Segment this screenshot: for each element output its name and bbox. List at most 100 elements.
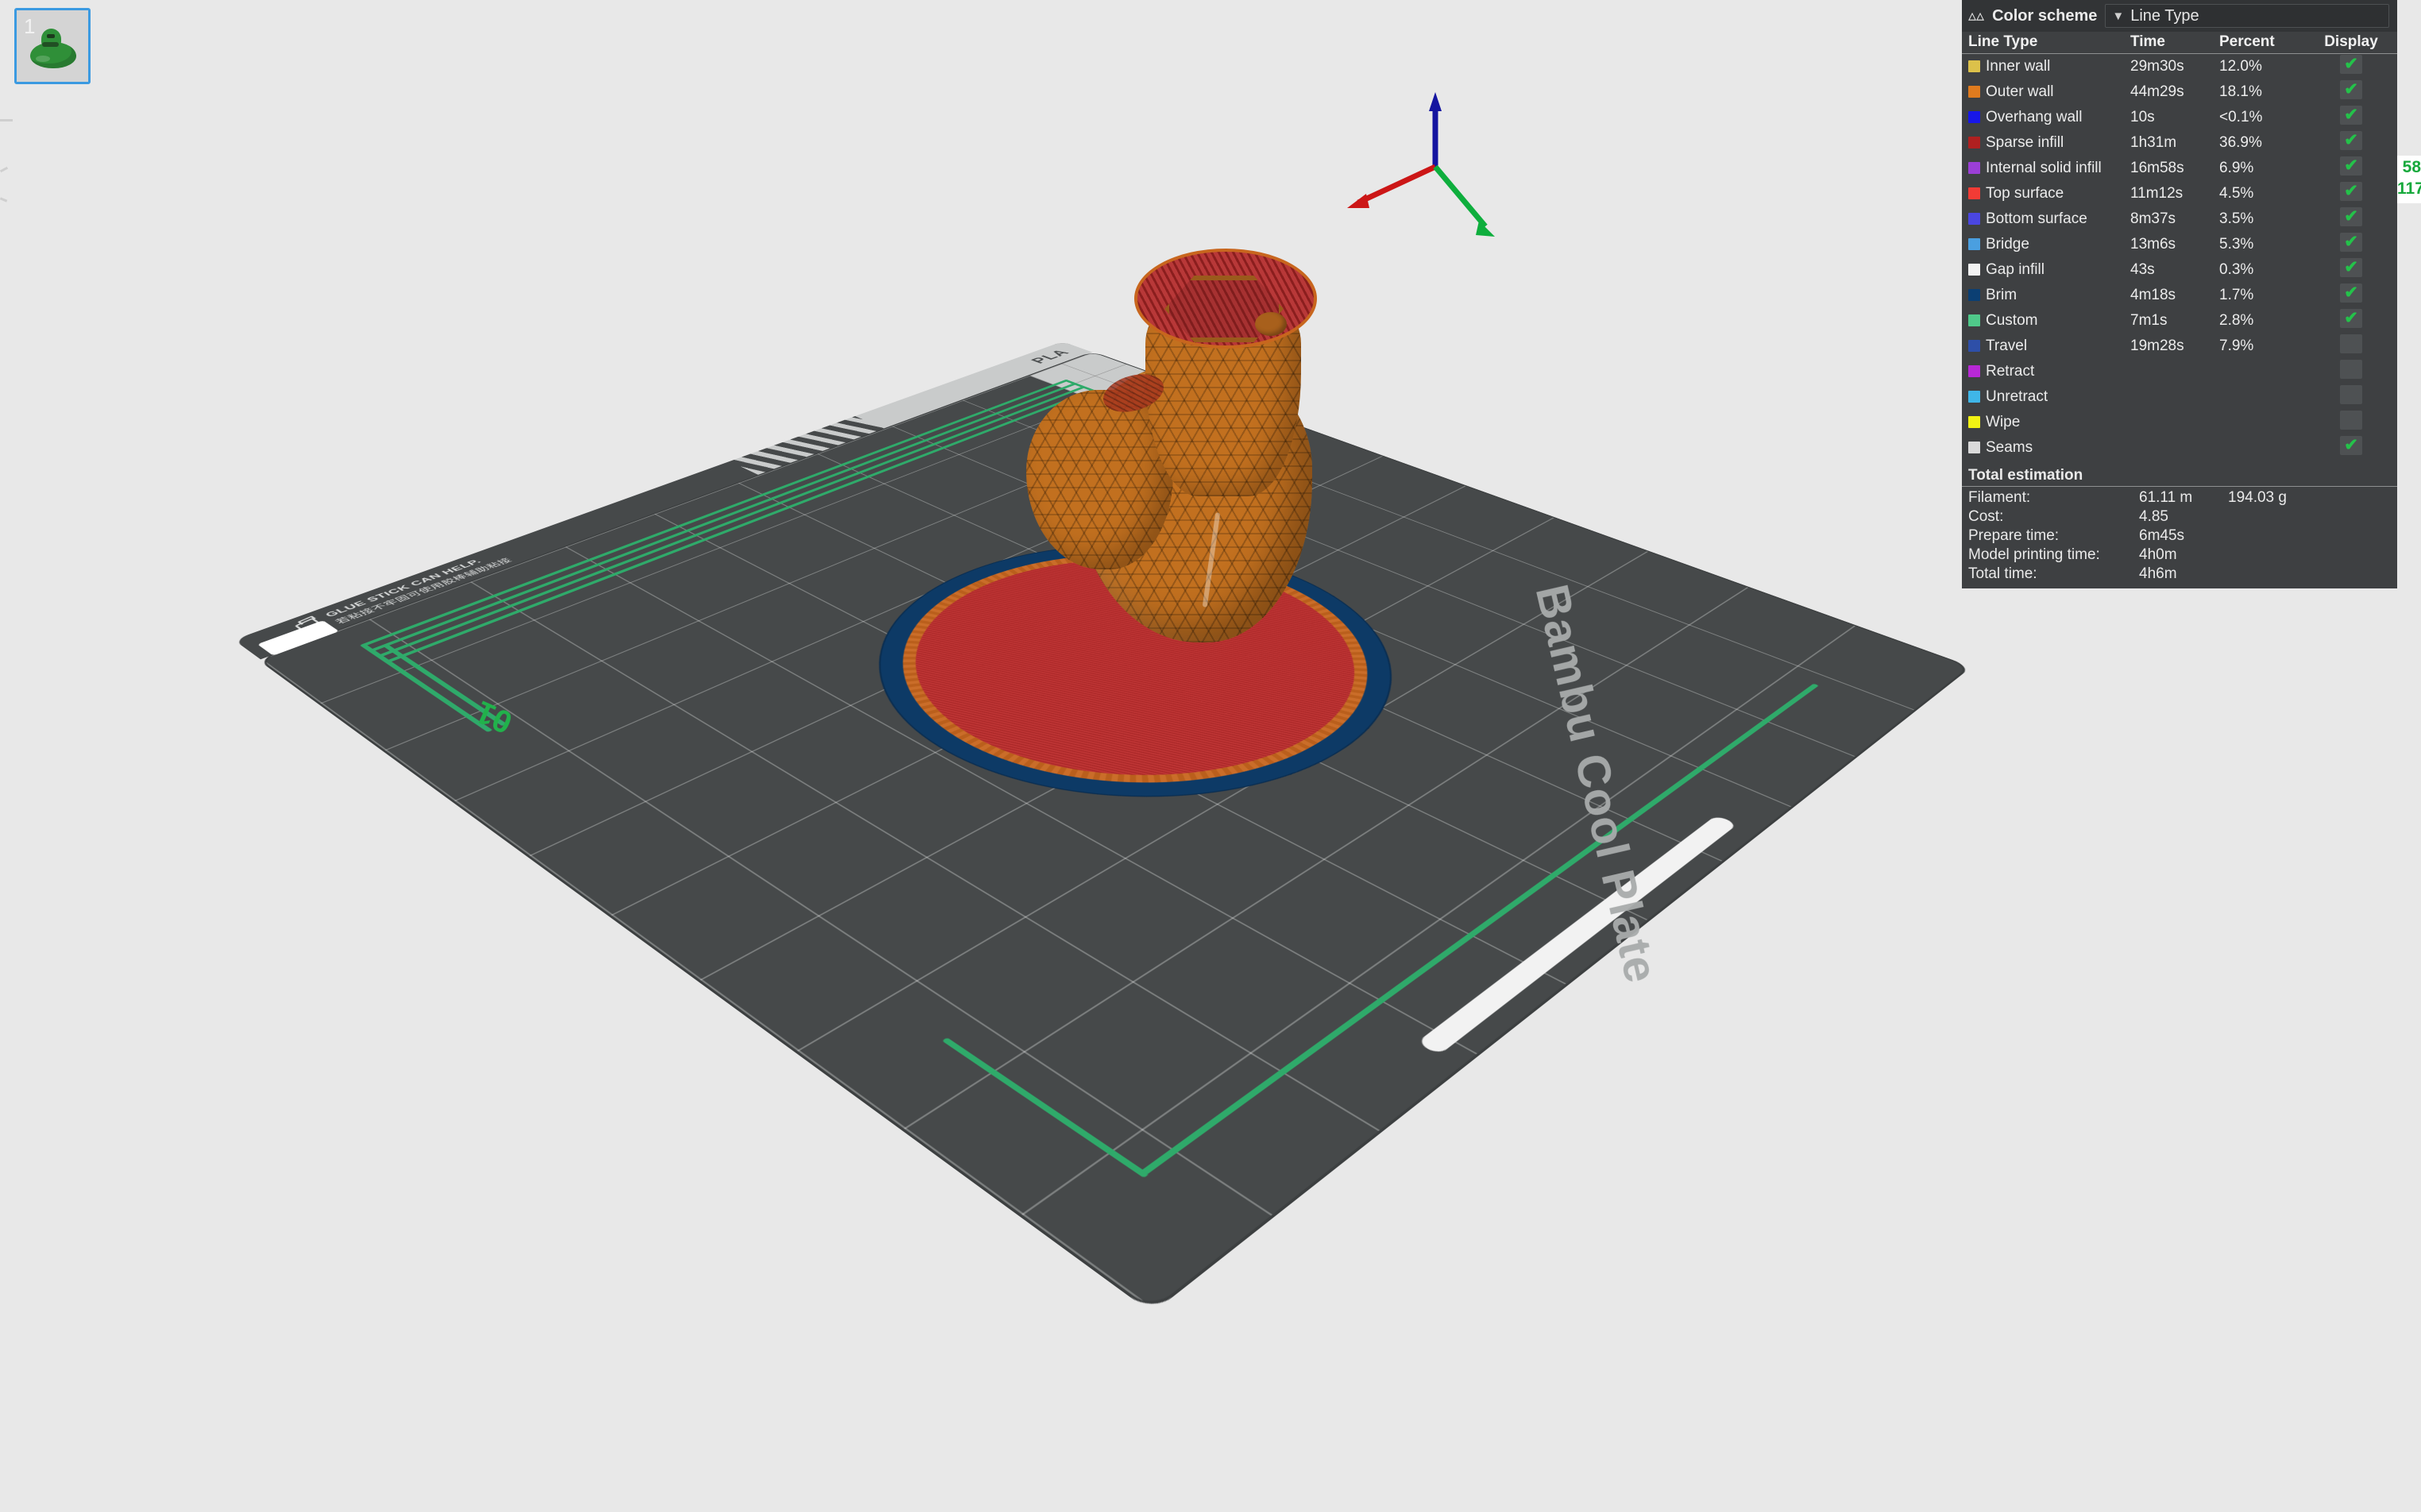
- line-type-time: 16m58s: [2130, 156, 2219, 181]
- line-type-row[interactable]: Brim4m18s1.7%: [1962, 283, 2397, 308]
- line-type-row[interactable]: Bottom surface8m37s3.5%: [1962, 206, 2397, 232]
- color-scheme-select[interactable]: ▼ Line Type: [2105, 4, 2389, 28]
- display-checkbox[interactable]: [2340, 309, 2362, 328]
- line-type-percent: 2.8%: [2219, 308, 2305, 334]
- line-type-display-cell[interactable]: [2305, 283, 2397, 308]
- color-swatch-icon: [1968, 238, 1980, 250]
- skirt-toolpath-bottom: [1141, 684, 1819, 1175]
- display-checkbox[interactable]: [2340, 55, 2362, 74]
- line-type-row[interactable]: Travel19m28s7.9%: [1962, 334, 2397, 359]
- line-type-percent: 12.0%: [2219, 54, 2305, 80]
- line-type-percent: 1.7%: [2219, 283, 2305, 308]
- filament-length-value: 61.11 m: [2139, 489, 2228, 507]
- line-type-percent: 3.5%: [2219, 206, 2305, 232]
- line-type-percent: [2219, 410, 2305, 435]
- line-type-time: 29m30s: [2130, 54, 2219, 80]
- line-type-display-cell[interactable]: [2305, 130, 2397, 156]
- cost-value: 4.85: [2139, 508, 2228, 526]
- line-type-display-cell[interactable]: [2305, 435, 2397, 461]
- line-type-label: Seams: [1986, 439, 2033, 456]
- display-checkbox[interactable]: [2340, 411, 2362, 430]
- line-type-display-cell[interactable]: [2305, 181, 2397, 206]
- total-estimation-block: Filament: 61.11 m 194.03 g Cost: 4.85 Pr…: [1962, 488, 2397, 584]
- line-type-row[interactable]: Inner wall29m30s12.0%: [1962, 54, 2397, 80]
- display-checkbox[interactable]: [2340, 284, 2362, 303]
- cost-label: Cost:: [1968, 508, 2139, 526]
- line-type-display-cell[interactable]: [2305, 54, 2397, 80]
- line-type-display-cell[interactable]: [2305, 79, 2397, 105]
- line-type-label: Travel: [1986, 338, 2027, 354]
- line-type-display-cell[interactable]: [2305, 206, 2397, 232]
- line-type-percent: 7.9%: [2219, 334, 2305, 359]
- line-type-time: [2130, 359, 2219, 384]
- line-type-display-cell[interactable]: [2305, 410, 2397, 435]
- line-type-display-cell[interactable]: [2305, 384, 2397, 410]
- line-type-time: 13m6s: [2130, 232, 2219, 257]
- line-type-name: Unretract: [1962, 384, 2130, 410]
- display-checkbox[interactable]: [2340, 436, 2362, 455]
- display-checkbox[interactable]: [2340, 182, 2362, 201]
- estimation-row-cost: Cost: 4.85: [1968, 507, 2397, 526]
- line-type-row[interactable]: Bridge13m6s5.3%: [1962, 232, 2397, 257]
- display-checkbox[interactable]: [2340, 131, 2362, 150]
- display-checkbox[interactable]: [2340, 106, 2362, 125]
- display-checkbox[interactable]: [2340, 385, 2362, 404]
- chevron-up-icon[interactable]: ▵▵: [1968, 8, 1984, 24]
- build-plate-scene[interactable]: PLA GLUE STICK CAN HELP. 若粘接不牢固可使用胶棒辅助粘接: [0, 0, 2033, 1512]
- line-type-row[interactable]: Seams: [1962, 435, 2397, 461]
- line-type-percent: 4.5%: [2219, 181, 2305, 206]
- line-type-row[interactable]: Top surface11m12s4.5%: [1962, 181, 2397, 206]
- line-type-display-cell[interactable]: [2305, 105, 2397, 130]
- prepare-time-label: Prepare time:: [1968, 527, 2139, 545]
- line-type-row[interactable]: Gap infill43s0.3%: [1962, 257, 2397, 283]
- line-type-row[interactable]: Sparse infill1h31m36.9%: [1962, 130, 2397, 156]
- line-type-row[interactable]: Wipe: [1962, 410, 2397, 435]
- color-swatch-icon: [1968, 289, 1980, 301]
- line-type-label: Bridge: [1986, 236, 2029, 253]
- build-plate[interactable]: PLA GLUE STICK CAN HELP. 若粘接不牢固可使用胶棒辅助粘接: [261, 353, 1968, 1310]
- color-scheme-header: ▵▵ Color scheme ▼ Line Type: [1962, 0, 2397, 32]
- display-checkbox[interactable]: [2340, 258, 2362, 277]
- line-type-row[interactable]: Internal solid infill16m58s6.9%: [1962, 156, 2397, 181]
- display-checkbox[interactable]: [2340, 360, 2362, 379]
- color-scheme-panel[interactable]: ▵▵ Color scheme ▼ Line Type Line Type Ti…: [1962, 0, 2397, 588]
- plate-thumbnail[interactable]: 1: [14, 8, 91, 84]
- line-type-name: Travel: [1962, 334, 2130, 359]
- display-checkbox[interactable]: [2340, 233, 2362, 252]
- color-swatch-icon: [1968, 442, 1980, 453]
- display-checkbox[interactable]: [2340, 156, 2362, 176]
- color-swatch-icon: [1968, 86, 1980, 98]
- line-type-display-cell[interactable]: [2305, 156, 2397, 181]
- line-type-display-cell[interactable]: [2305, 257, 2397, 283]
- model-printing-time-value: 4h0m: [2139, 546, 2228, 564]
- line-type-display-cell[interactable]: [2305, 334, 2397, 359]
- thumb-duck-highlight: [36, 56, 50, 62]
- display-checkbox[interactable]: [2340, 207, 2362, 226]
- color-swatch-icon: [1968, 137, 1980, 148]
- line-type-row[interactable]: Outer wall44m29s18.1%: [1962, 79, 2397, 105]
- line-type-percent: [2219, 435, 2305, 461]
- color-swatch-icon: [1968, 162, 1980, 174]
- display-checkbox[interactable]: [2340, 80, 2362, 99]
- line-type-row[interactable]: Overhang wall10s<0.1%: [1962, 105, 2397, 130]
- line-type-display-cell[interactable]: [2305, 308, 2397, 334]
- plate-surface[interactable]: [261, 353, 1968, 1310]
- plate-handle-slot: [1416, 815, 1737, 1055]
- color-swatch-icon: [1968, 416, 1980, 428]
- col-line-type: Line Type: [1962, 32, 2130, 54]
- line-type-display-cell[interactable]: [2305, 359, 2397, 384]
- line-type-row[interactable]: Retract: [1962, 359, 2397, 384]
- line-type-name: Seams: [1962, 435, 2130, 461]
- line-type-label: Sparse infill: [1986, 134, 2064, 151]
- estimation-row-total: Total time: 4h6m: [1968, 565, 2397, 584]
- scale-label-upper: 58: [2397, 157, 2421, 179]
- color-swatch-icon: [1968, 365, 1980, 377]
- line-type-row[interactable]: Unretract: [1962, 384, 2397, 410]
- 3d-viewport[interactable]: 1 PLA GLUE STICK CAN HELP. 若粘接不牢固可使用胶棒辅助…: [0, 0, 2421, 1512]
- line-type-label: Brim: [1986, 287, 2017, 303]
- line-type-percent: 36.9%: [2219, 130, 2305, 156]
- line-type-percent: 0.3%: [2219, 257, 2305, 283]
- display-checkbox[interactable]: [2340, 334, 2362, 353]
- line-type-display-cell[interactable]: [2305, 232, 2397, 257]
- line-type-row[interactable]: Custom7m1s2.8%: [1962, 308, 2397, 334]
